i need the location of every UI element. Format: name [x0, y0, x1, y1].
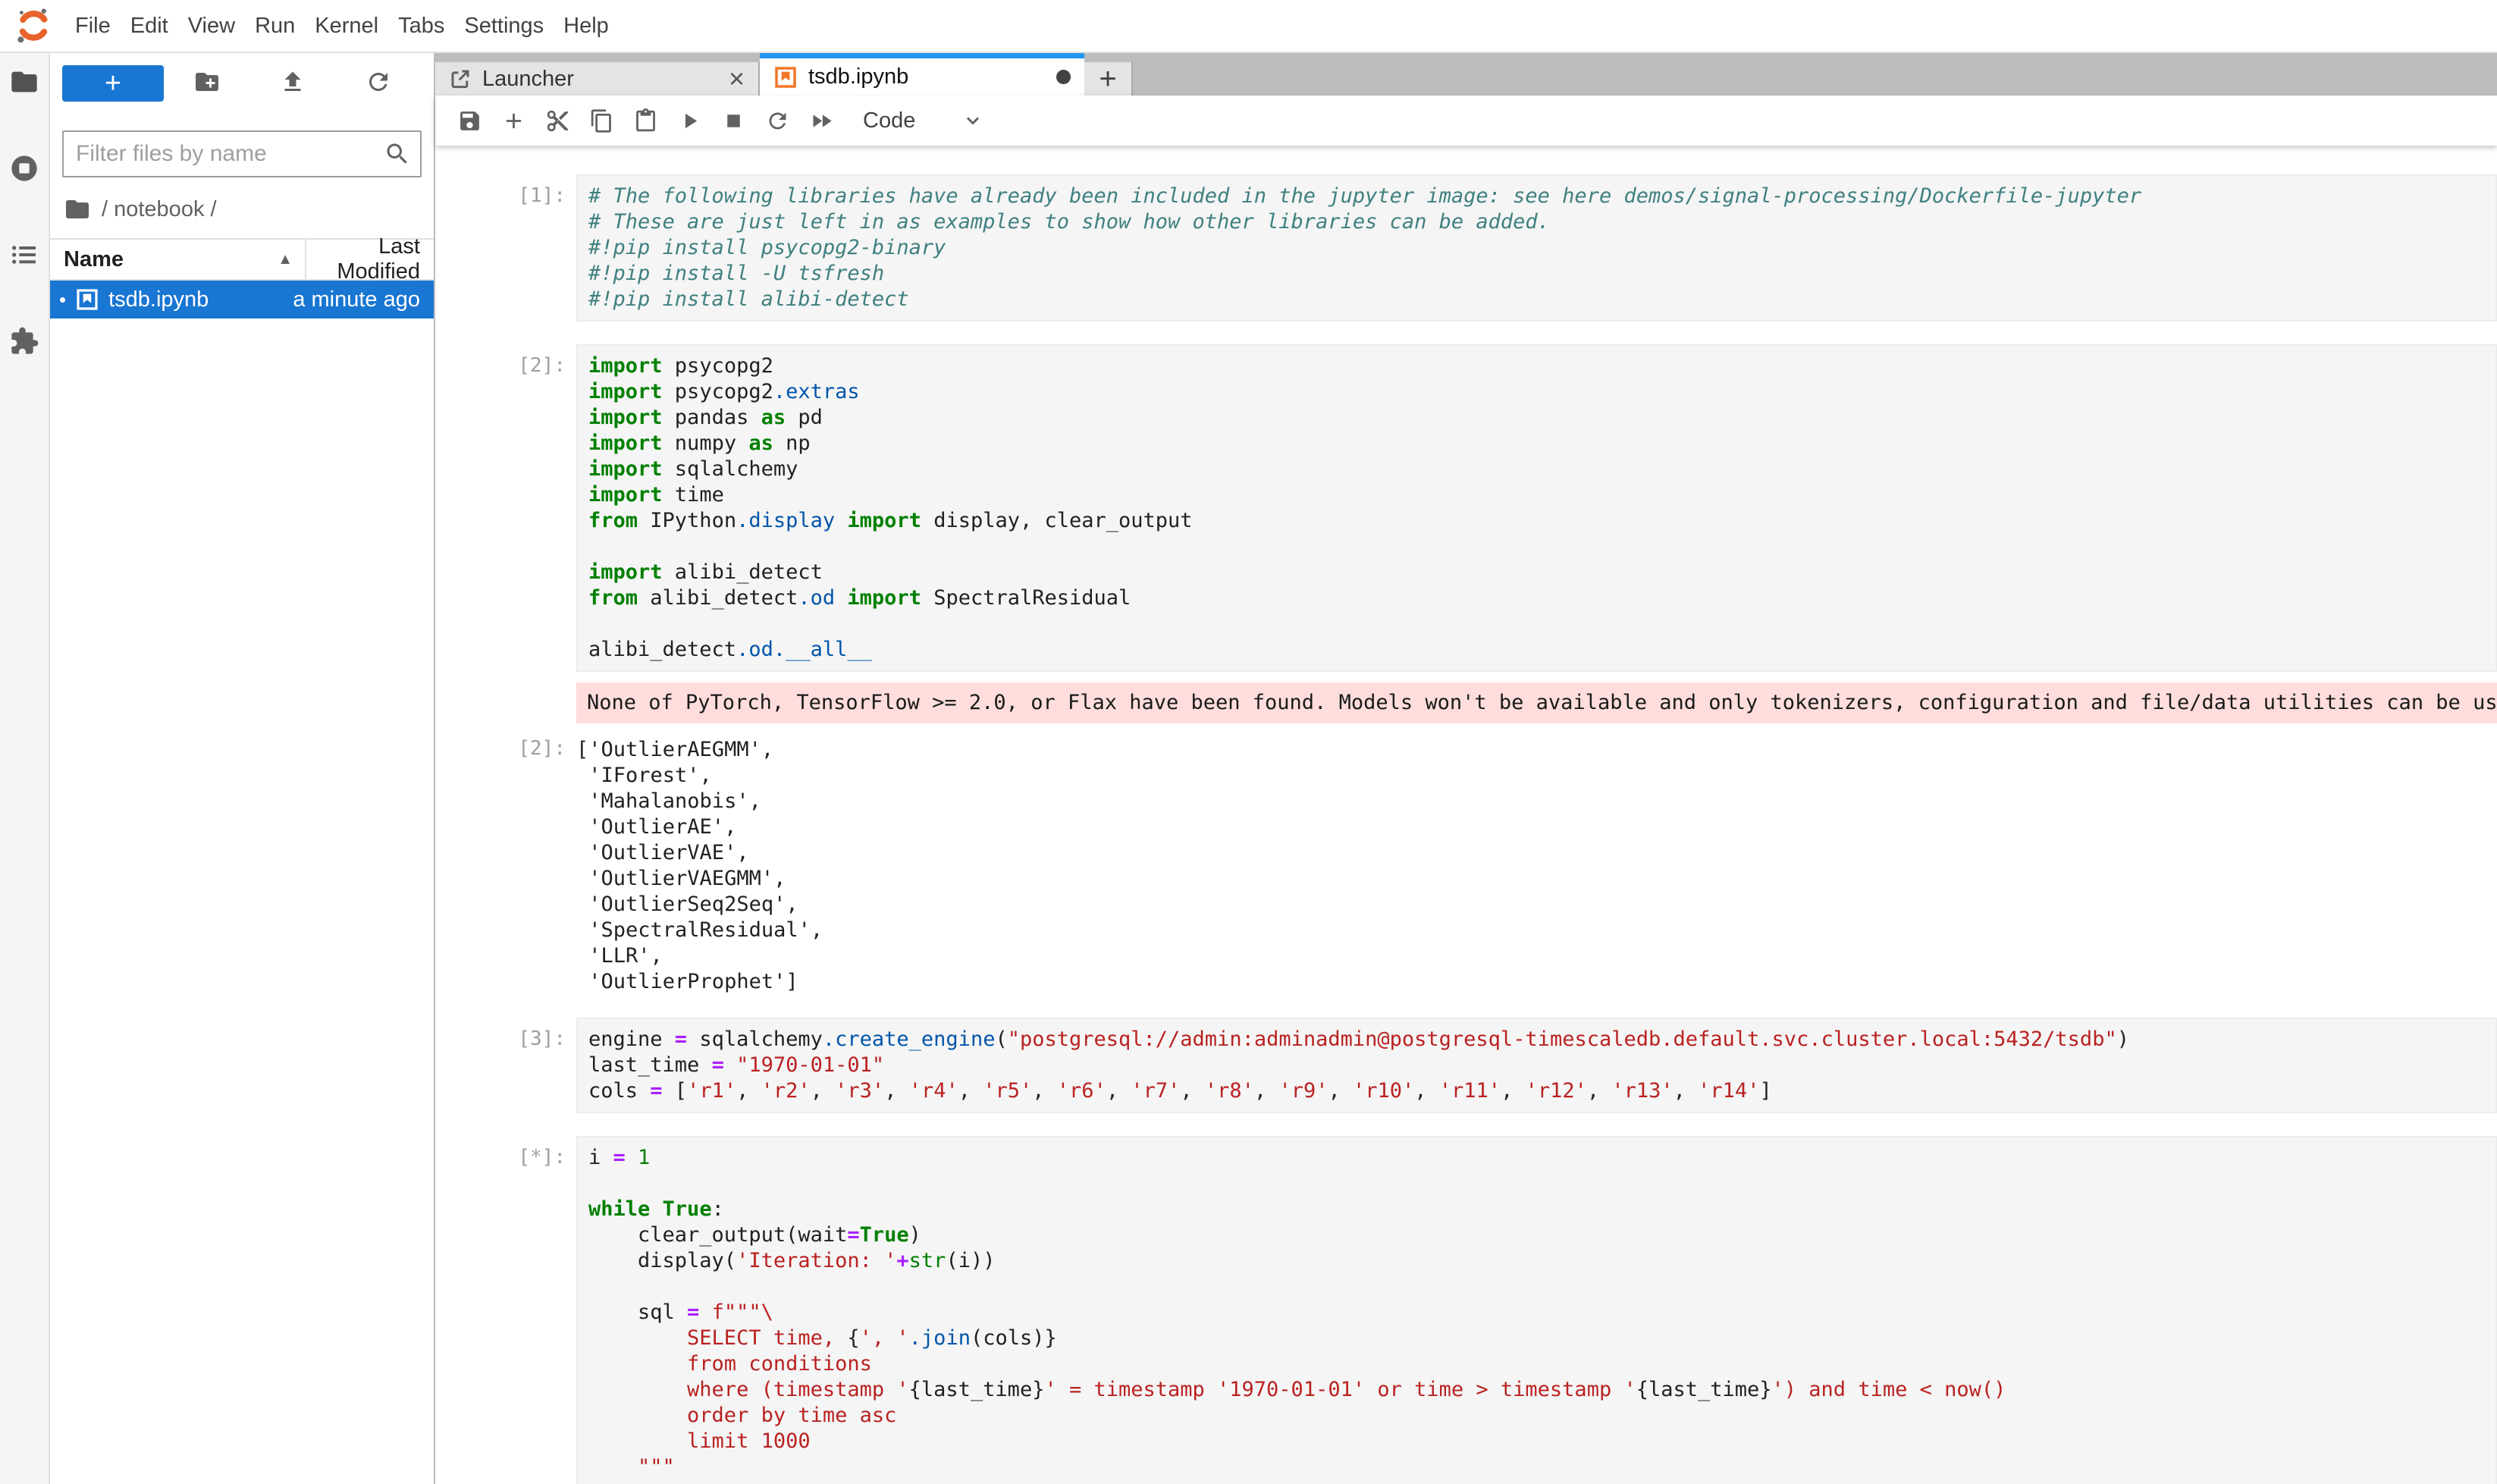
file-list-header: Name ▲ Last Modified — [50, 238, 434, 281]
menu-item-tabs[interactable]: Tabs — [388, 14, 454, 39]
execute-result: ['OutlierAEGMM', 'IForest', 'Mahalanobis… — [576, 734, 2497, 995]
jupyterlab-window: FileEditViewRunKernelTabsSettingsHelp + — [0, 0, 2497, 1484]
file-browser-toolbar: + — [50, 53, 434, 108]
menu-bar-items: FileEditViewRunKernelTabsSettingsHelp — [65, 14, 619, 39]
cut-cells-button[interactable] — [535, 101, 579, 140]
file-name: tsdb.ipynb — [108, 287, 209, 312]
save-button[interactable] — [447, 101, 491, 140]
restart-kernel-button[interactable] — [755, 101, 799, 140]
breadcrumb-path: / notebook / — [102, 197, 217, 222]
search-icon — [384, 140, 411, 168]
plus-icon: + — [1099, 62, 1116, 96]
copy-icon — [589, 108, 614, 133]
restart-icon — [765, 108, 790, 133]
play-icon — [677, 108, 702, 133]
output-prompt-empty — [435, 682, 576, 686]
new-tab-button[interactable]: + — [1084, 62, 1133, 96]
input-prompt: [3]: — [435, 1018, 576, 1050]
code-editor[interactable]: i = 1 while True: clear_output(wait=True… — [576, 1136, 2497, 1484]
menu-item-run[interactable]: Run — [245, 14, 305, 39]
insert-cell-button[interactable] — [491, 101, 535, 140]
notebook-toolbar: Code — [435, 96, 2497, 146]
close-icon[interactable]: × — [729, 65, 745, 93]
scissors-icon — [545, 108, 570, 133]
file-browser-panel: + / — [50, 53, 435, 1484]
new-folder-icon[interactable] — [193, 68, 221, 99]
extensions-icon[interactable] — [8, 325, 41, 358]
menu-item-file[interactable]: File — [65, 14, 121, 39]
menu-bar: FileEditViewRunKernelTabsSettingsHelp — [0, 0, 2497, 53]
tab-label: tsdb.ipynb — [808, 64, 908, 89]
launcher-icon — [449, 67, 472, 90]
notebook-cell: [2]:import psycopg2import psycopg2.extra… — [435, 344, 2497, 995]
menu-item-kernel[interactable]: Kernel — [305, 14, 388, 39]
fast-forward-icon — [809, 108, 834, 133]
activity-bar — [0, 53, 50, 1484]
menu-item-settings[interactable]: Settings — [454, 14, 554, 39]
column-header-last-modified[interactable]: Last Modified — [306, 234, 434, 284]
breadcrumb[interactable]: / notebook / — [50, 177, 434, 238]
cell-type-dropdown[interactable]: Code — [863, 108, 915, 133]
save-icon — [457, 108, 482, 133]
notebook-file-icon — [773, 65, 798, 89]
menu-item-edit[interactable]: Edit — [121, 14, 178, 39]
table-of-contents-icon[interactable] — [8, 238, 41, 271]
input-prompt: [1]: — [435, 174, 576, 207]
tab-label: Launcher — [482, 67, 574, 92]
notebook-cell: [*]:i = 1 while True: clear_output(wait=… — [435, 1136, 2497, 1484]
app-logo-icon — [14, 6, 53, 45]
code-editor[interactable]: # The following libraries have already b… — [576, 174, 2497, 322]
open-file-dot-indicator: • — [59, 290, 66, 309]
input-prompt: [2]: — [435, 344, 576, 377]
stop-icon — [721, 108, 746, 133]
plus-icon — [501, 108, 526, 133]
folder-icon — [64, 196, 91, 223]
menu-item-view[interactable]: View — [178, 14, 245, 39]
unsaved-changes-dot — [1056, 70, 1071, 84]
interrupt-kernel-button[interactable] — [711, 101, 755, 140]
main-dock-panel: Launcher × tsdb.ipynb + — [435, 53, 2497, 1484]
chevron-down-icon[interactable] — [962, 110, 983, 131]
input-prompt: [*]: — [435, 1136, 576, 1169]
notebook-cell: [1]:# The following libraries have alrea… — [435, 174, 2497, 322]
copy-cells-button[interactable] — [579, 101, 623, 140]
paste-cells-button[interactable] — [623, 101, 667, 140]
column-header-name[interactable]: Name ▲ — [50, 240, 306, 279]
running-kernels-icon[interactable] — [8, 152, 41, 185]
code-editor[interactable]: engine = sqlalchemy.create_engine("postg… — [576, 1018, 2497, 1113]
upload-icon[interactable] — [279, 68, 306, 99]
menu-item-help[interactable]: Help — [554, 14, 619, 39]
sort-ascending-icon: ▲ — [278, 251, 293, 268]
new-launcher-button[interactable]: + — [62, 65, 164, 102]
stderr-warning-output: None of PyTorch, TensorFlow >= 2.0, or F… — [576, 682, 2497, 723]
notebook-cells[interactable]: [1]:# The following libraries have alrea… — [435, 146, 2497, 1484]
tab-launcher[interactable]: Launcher × — [435, 62, 760, 96]
notebook-cell: [3]:engine = sqlalchemy.create_engine("p… — [435, 1018, 2497, 1113]
file-modified: a minute ago — [293, 287, 420, 312]
file-filter-box — [62, 130, 422, 177]
refresh-icon[interactable] — [365, 68, 392, 99]
clipboard-icon — [633, 108, 658, 133]
run-cell-button[interactable] — [667, 101, 711, 140]
file-browser-tab-folder-icon[interactable] — [8, 65, 41, 99]
plus-icon: + — [105, 69, 121, 98]
file-filter-input[interactable] — [62, 130, 422, 177]
file-list-item-selected[interactable]: • tsdb.ipynb a minute ago — [50, 281, 434, 318]
notebook-file-icon — [75, 287, 99, 312]
tab-bar: Launcher × tsdb.ipynb + — [435, 53, 2497, 96]
restart-run-all-button[interactable] — [799, 101, 843, 140]
tab-tsdb-notebook[interactable]: tsdb.ipynb — [760, 53, 1084, 96]
output-prompt: [2]: — [435, 734, 576, 760]
code-editor[interactable]: import psycopg2import psycopg2.extrasimp… — [576, 344, 2497, 672]
